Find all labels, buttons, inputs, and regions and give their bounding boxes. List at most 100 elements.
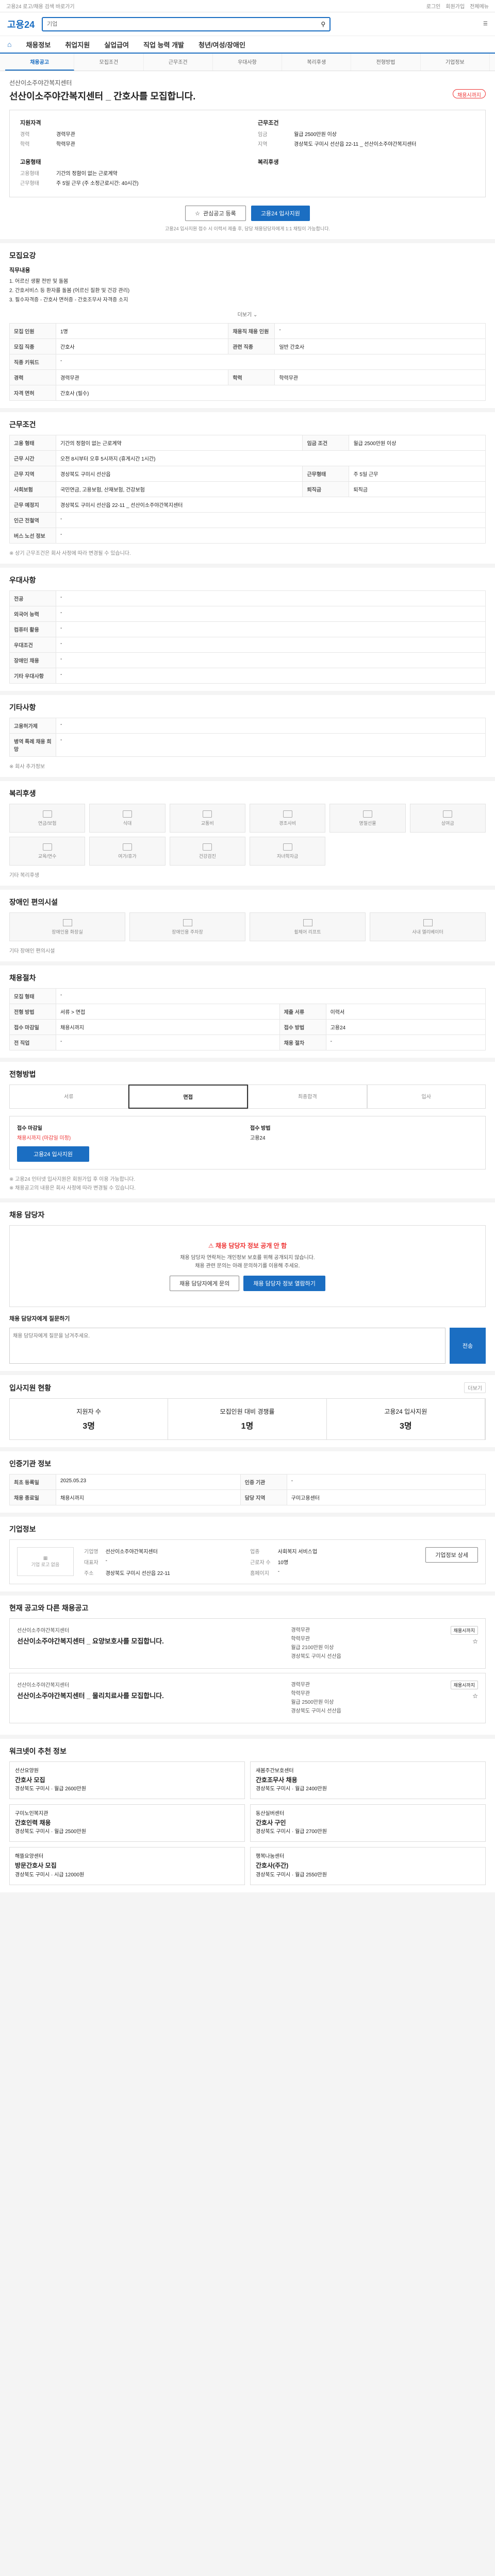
rec-title[interactable]: 방문간호사 모집 [15, 1861, 239, 1871]
list-item[interactable]: 구미노인복지관 간호인력 채용 경상북도 구미시 · 월급 2500만원 [9, 1804, 245, 1842]
search-icon[interactable]: ⚲ [321, 21, 325, 28]
benefit-label: 명절선물 [359, 820, 376, 826]
search-box: ⚲ [42, 16, 331, 31]
benefit-icon [283, 810, 292, 818]
star-icon: ☆ [195, 210, 201, 217]
company-key: 근로자 수 [250, 1560, 271, 1566]
cell-val: 채용시까지 [56, 1489, 241, 1505]
nav-item-youth[interactable]: 청년/여성/장애인 [199, 40, 245, 49]
tab-work[interactable]: 근무조건 [144, 54, 213, 71]
qa-textarea[interactable] [9, 1328, 446, 1364]
site-logo[interactable]: 고용24 [7, 18, 35, 31]
job-item-title[interactable]: 선산이소주야간복지센터 _ 물리치료사를 모집합니다. [17, 1690, 284, 1700]
home-icon[interactable]: ⌂ [7, 40, 11, 48]
rec-title[interactable]: 간호조무사 채용 [256, 1775, 480, 1785]
summary-row: 고용형태 기간의 정함이 없는 근로계약 [20, 169, 237, 177]
company-val: - [105, 1558, 107, 1564]
list-item[interactable]: 해뜰요양센터 방문간호사 모집 경상북도 구미시 · 시급 12000원 [9, 1847, 245, 1885]
table-row: 전공 - [9, 590, 486, 606]
rec-title[interactable]: 간호사 모집 [15, 1775, 239, 1785]
cell-val: 학력무관 [274, 369, 486, 385]
login-link[interactable]: 로그인 [426, 2, 441, 10]
list-item[interactable]: 행복나눔센터 간호사(주간) 경상북도 구미시 · 월급 2550만원 [250, 1847, 486, 1885]
benefit-title: 복리후생 [9, 789, 36, 798]
cell-val: 간호사 [55, 338, 229, 354]
benefit-item: 식대 [89, 804, 166, 833]
tab-pref[interactable]: 우대사항 [213, 54, 283, 71]
list-item[interactable]: 선산이소주야간복지센터 선산이소주야간복지센터 _ 물리치료사를 모집합니다. 경… [9, 1673, 486, 1723]
table-row: 채용 종료일 채용시까지 담당 지역 구미고용센터 [9, 1489, 486, 1505]
tab-recruit[interactable]: 모집조건 [74, 54, 144, 71]
tab-process[interactable]: 전형방법 [351, 54, 421, 71]
view-contact-button[interactable]: 채용 담당자 정보 열람하기 [243, 1276, 325, 1291]
inquiry-button[interactable]: 채용 담당자에게 문의 [170, 1276, 240, 1291]
table-row: 외국어 능력 - [9, 606, 486, 622]
allmenu-link[interactable]: 전체메뉴 [470, 2, 489, 10]
company-val: 경상북도 구미시 선산읍 22-11 [105, 1571, 170, 1577]
nav-item-jobs[interactable]: 채용정보 [26, 40, 51, 49]
work-section: 근무조건 고용 형태 기간의 정함이 없는 근로계약 임금 조건 월급 2500만원 … [0, 412, 495, 568]
table-row: 모집 직종 간호사 관련 직종 일반 간호사 [9, 338, 486, 354]
benefit-item: 명절선물 [329, 804, 406, 833]
meta-line: 경력무관 [291, 1628, 310, 1633]
nav-item-support[interactable]: 취업지원 [65, 40, 90, 49]
process-apply-button[interactable]: 고용24 입사지원 [17, 1146, 89, 1162]
company-name[interactable]: 선산이소주야간복지센터 [9, 78, 486, 87]
summary-val: 경력무관 [56, 132, 75, 138]
qa-send-button[interactable]: 전송 [450, 1328, 486, 1364]
star-icon[interactable]: ☆ [472, 1638, 478, 1645]
rec-meta: 경상북도 구미시 · 월급 2550만원 [256, 1872, 327, 1878]
company-detail-button[interactable]: 기업정보 상세 [425, 1547, 478, 1563]
related-title: 현재 공고와 다른 채용공고 [9, 1604, 89, 1612]
stat-label: 고용24 입사지원 [384, 1408, 427, 1415]
list-item[interactable]: 동산실버센터 간호사 구인 경상북도 구미시 · 월급 2700만원 [250, 1804, 486, 1842]
process-title: 전형방법 [9, 1070, 36, 1078]
search-input[interactable] [47, 21, 318, 27]
top-links: 로그인 회원가입 전체메뉴 [426, 2, 489, 10]
cell-key: 전형 방법 [9, 1004, 56, 1020]
list-item[interactable]: 새봄주간보호센터 간호조무사 채용 경상북도 구미시 · 월급 2400만원 [250, 1761, 486, 1800]
meta-line: 경상북도 구미시 선산읍 [291, 1708, 341, 1714]
step-document: 서류 [9, 1084, 128, 1109]
tab-benefit[interactable]: 복리후생 [282, 54, 352, 71]
facility-label: 사내 엘리베이터 [412, 929, 443, 935]
apply-info-box: 접수 마감일 채용시까지 (마감일 미정) 접수 방법 고용24 고용24 입사지원 [9, 1116, 486, 1170]
tab-company[interactable]: 기업정보 [421, 54, 490, 71]
table-row: 직종 키워드 - [9, 354, 486, 370]
process-note: ※ 고용24 인터넷 입사지원은 회원가입 후 이용 가능합니다. [9, 1177, 136, 1182]
benefit-label: 교육/연수 [38, 853, 57, 859]
chevron-down-icon: ⌄ [253, 312, 258, 318]
cell-key: 인증 기관 [240, 1474, 287, 1490]
benefit-item: 교통비 [169, 804, 245, 833]
scrap-button[interactable]: ☆ 관심공고 등록 [185, 206, 246, 221]
menu-icon[interactable]: ☰ [483, 21, 488, 27]
summary-key: 학력 [20, 142, 30, 147]
nav-item-benefit[interactable]: 실업급여 [104, 40, 129, 49]
cell-val: 기간의 정함이 없는 근로계약 [55, 435, 303, 451]
signup-link[interactable]: 회원가입 [446, 2, 465, 10]
duties-more-button[interactable]: 더보기 ⌄ [9, 305, 486, 323]
cell-key: 직종 키워드 [9, 354, 56, 370]
deadline-tag: 채용시까지 [450, 1626, 478, 1635]
cell-val: 경상북도 구미시 선산읍 22-11 _ 선산이소주야간복지센터 [56, 497, 486, 513]
work-note: ※ 상기 근무조건은 회사 사정에 따라 변경될 수 있습니다. [9, 551, 131, 556]
rec-title[interactable]: 간호인력 채용 [15, 1818, 239, 1828]
apply-button[interactable]: 고용24 입사지원 [251, 206, 310, 221]
rec-title[interactable]: 간호사(주간) [256, 1861, 480, 1871]
cell-val: 1명 [55, 323, 229, 339]
rec-title[interactable]: 간호사 구인 [256, 1818, 480, 1828]
facility-grid: 장애인용 화장실 장애인용 주차장 휠체어 리프트 사내 엘리베이터 [9, 912, 486, 941]
nav-item-training[interactable]: 직업 능력 개발 [143, 40, 184, 49]
cell-val: 간호사 (필수) [56, 385, 486, 401]
stats-more-button[interactable]: 더보기 [464, 1382, 486, 1393]
summary-val: 학력무관 [56, 142, 75, 147]
meta-line: 월급 2500만원 이상 [291, 1700, 334, 1705]
cell-val: 일반 간호사 [274, 338, 486, 354]
list-item[interactable]: 선산이소주야간복지센터 선산이소주야간복지센터 _ 요양보호사를 모집합니다. 경… [9, 1618, 486, 1669]
list-item[interactable]: 선산요양원 간호사 모집 경상북도 구미시 · 월급 2600만원 [9, 1761, 245, 1800]
star-icon[interactable]: ☆ [472, 1692, 478, 1700]
table-row: 전 직업 - 채용 절차 - [9, 1035, 486, 1050]
benefit-icon [283, 843, 292, 851]
job-item-title[interactable]: 선산이소주야간복지센터 _ 요양보호사를 모집합니다. [17, 1636, 284, 1646]
tab-overview[interactable]: 채용공고 [5, 54, 75, 71]
